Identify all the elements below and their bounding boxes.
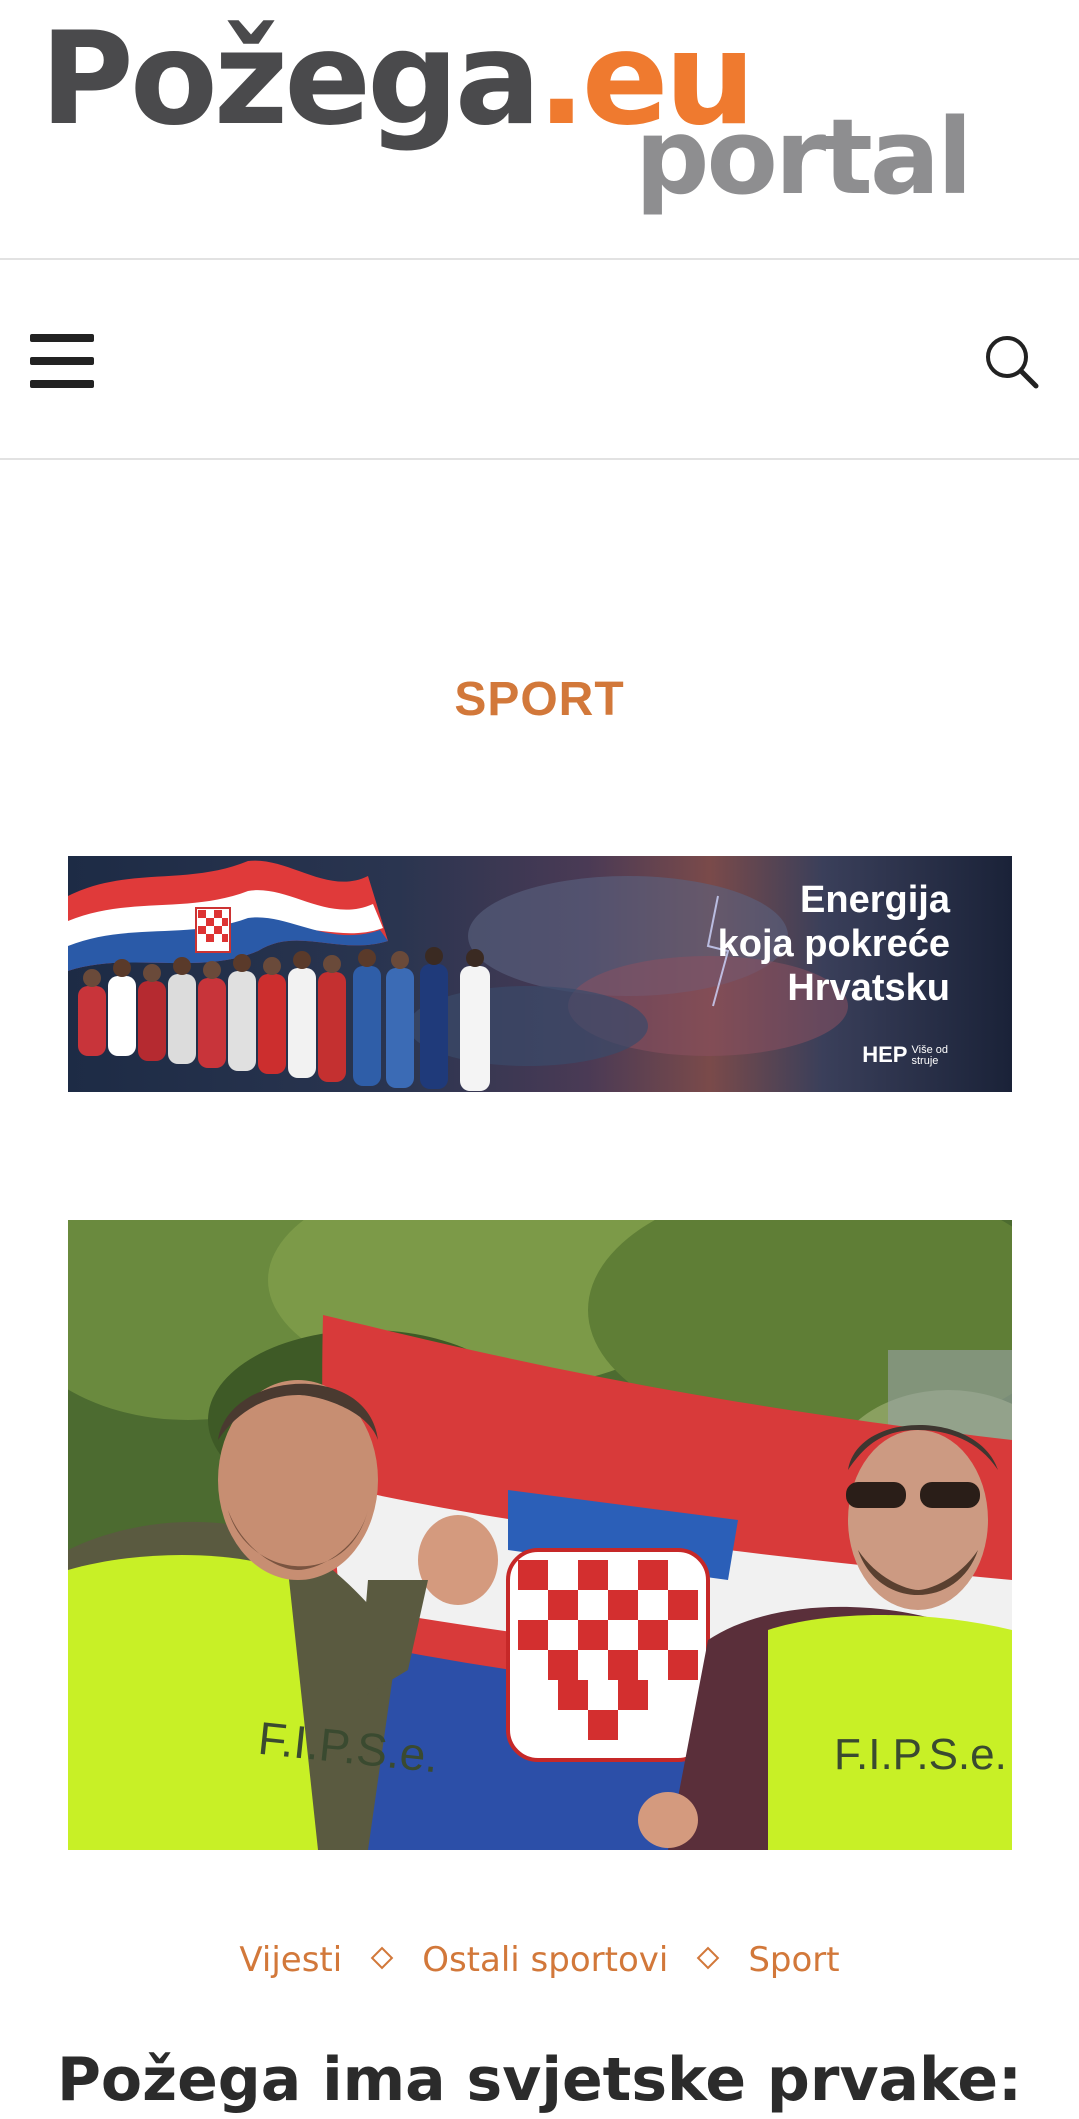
logo-text-pozega: Požega	[40, 5, 541, 154]
article-categories: Vijesti Ostali sportovi Sport	[0, 1940, 1079, 1980]
hamburger-menu-icon[interactable]	[30, 332, 96, 390]
diamond-separator-icon	[697, 1946, 720, 1969]
nav-divider	[0, 458, 1079, 460]
search-icon[interactable]	[982, 332, 1042, 392]
ad-line-2: koja pokreće	[717, 923, 950, 965]
site-logo[interactable]: Požega.eu portal	[40, 10, 1050, 218]
ad-brand: HEP	[862, 1042, 908, 1067]
ad-banner[interactable]: Energija koja pokreće Hrvatsku HEP Više o…	[68, 856, 1012, 1092]
vest-text-right: F.I.P.S.e.	[834, 1730, 1007, 1779]
article-photo[interactable]: F.I.P.S.e. F.I.P.S.e.	[68, 1220, 1012, 1850]
logo-text-portal: portal	[635, 96, 973, 218]
ad-line-3: Hrvatsku	[787, 967, 950, 1009]
category-link-vijesti[interactable]: Vijesti	[239, 1940, 342, 1980]
ad-tagline-2: struje	[911, 1055, 939, 1068]
ad-line-1: Energija	[800, 879, 950, 921]
header-divider	[0, 258, 1079, 260]
article-title[interactable]: Požega ima svjetske prvake:	[0, 2040, 1079, 2119]
category-link-sport[interactable]: Sport	[748, 1940, 839, 1980]
nav-bar	[0, 262, 1079, 458]
ad-brand-logo: HEP Više od struje	[862, 1042, 948, 1068]
ad-headline: Energija koja pokreće Hrvatsku	[718, 878, 950, 1010]
category-title: SPORT	[454, 673, 625, 726]
category-link-ostali-sportovi[interactable]: Ostali sportovi	[422, 1940, 668, 1980]
diamond-separator-icon	[370, 1946, 394, 1969]
site-header: Požega.eu portal	[0, 0, 1079, 258]
